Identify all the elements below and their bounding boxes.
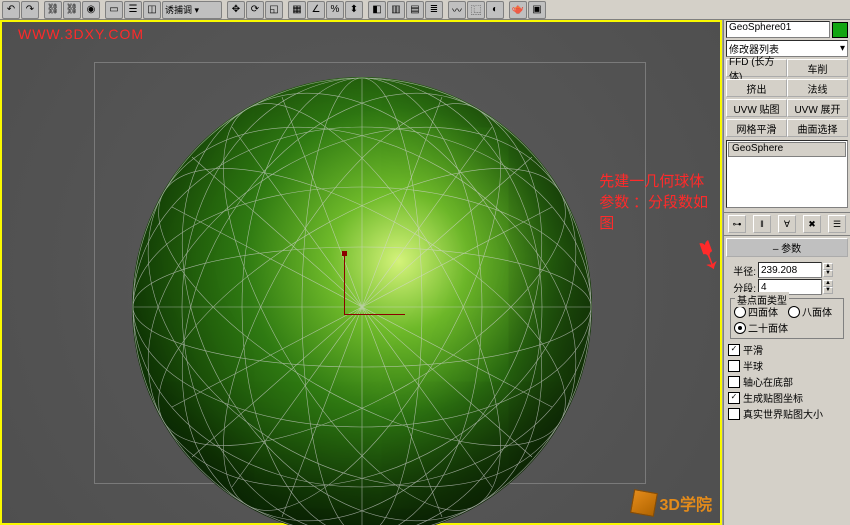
scale-icon[interactable]: ◱ <box>265 1 283 19</box>
extrude-button[interactable]: 挤出 <box>726 79 787 97</box>
quick-render-icon[interactable]: ▣ <box>528 1 546 19</box>
meshsmooth-button[interactable]: 网格平滑 <box>726 119 787 137</box>
redo-icon[interactable]: ↷ <box>21 1 39 19</box>
rotate-icon[interactable]: ⟳ <box>246 1 264 19</box>
check-gencoords[interactable]: ✓ <box>728 392 740 404</box>
align-icon[interactable]: ▤ <box>406 1 424 19</box>
show-end-icon[interactable]: ‖ <box>753 215 771 233</box>
select-name-icon[interactable]: ☰ <box>124 1 142 19</box>
select-icon[interactable]: ▭ <box>105 1 123 19</box>
radio-octa-label: 八面体 <box>802 304 832 319</box>
link-icon[interactable]: ⛓ <box>44 1 62 19</box>
configure-icon[interactable]: ☰ <box>828 215 846 233</box>
radio-icosa[interactable] <box>734 322 746 334</box>
check-realworld-label: 真实世界贴图大小 <box>743 406 823 421</box>
normal-button[interactable]: 法线 <box>787 79 848 97</box>
segments-spin-arrows[interactable]: ▲▼ <box>823 280 833 294</box>
check-smooth[interactable]: ✓ <box>728 344 740 356</box>
main-toolbar: ↶ ↷ ⛓ ⛓ ◉ ▭ ☰ ◫ 诱捕调 ▾ ✥ ⟳ ◱ ▦ ∠ % ⬍ ◧ ▥ … <box>0 0 850 20</box>
check-hemi[interactable] <box>728 360 740 372</box>
layers-icon[interactable]: ≣ <box>425 1 443 19</box>
spinner-snap-icon[interactable]: ⬍ <box>345 1 363 19</box>
bind-icon[interactable]: ◉ <box>82 1 100 19</box>
chevron-down-icon: ▾ <box>840 43 845 54</box>
command-panel: GeoSphere01 修改器列表▾ FFD (长方体) 车削 挤出 法线 UV… <box>723 20 850 525</box>
filter-dropdown[interactable]: 诱捕调 ▾ <box>162 1 222 19</box>
radio-tetra[interactable] <box>734 306 746 318</box>
radio-icosa-label: 二十面体 <box>748 320 788 335</box>
mirror-icon[interactable]: ▥ <box>387 1 405 19</box>
angle-snap-icon[interactable]: ∠ <box>307 1 325 19</box>
params-rollout-header[interactable]: – 参数 <box>726 238 848 257</box>
render-scene-icon[interactable]: 🫖 <box>509 1 527 19</box>
uvwunwrap-button[interactable]: UVW 展开 <box>787 99 848 117</box>
active-viewport[interactable]: WWW.3DXY.COM <box>0 20 722 525</box>
select-region-icon[interactable]: ◫ <box>143 1 161 19</box>
percent-snap-icon[interactable]: % <box>326 1 344 19</box>
uvwmap-button[interactable]: UVW 贴图 <box>726 99 787 117</box>
ffd-button[interactable]: FFD (长方体) <box>726 59 787 77</box>
lathe-button[interactable]: 车削 <box>787 59 848 77</box>
editmesh-button[interactable]: 曲面选择 <box>787 119 848 137</box>
make-unique-icon[interactable]: ∀ <box>778 215 796 233</box>
named-set-icon[interactable]: ◧ <box>368 1 386 19</box>
radius-label: 半径: <box>728 263 756 278</box>
curve-editor-icon[interactable]: 〰 <box>448 1 466 19</box>
check-basepivot-label: 轴心在底部 <box>743 374 793 389</box>
check-basepivot[interactable] <box>728 376 740 388</box>
undo-icon[interactable]: ↶ <box>2 1 20 19</box>
check-hemi-label: 半球 <box>743 358 763 373</box>
schematic-icon[interactable]: ⿺ <box>467 1 485 19</box>
snap-icon[interactable]: ▦ <box>288 1 306 19</box>
modifier-stack[interactable]: GeoSphere <box>726 140 848 208</box>
pin-stack-icon[interactable]: ⊶ <box>728 215 746 233</box>
logo-bottom-right: 3D学院 <box>632 491 712 515</box>
check-smooth-label: 平滑 <box>743 342 763 357</box>
object-name-field[interactable]: GeoSphere01 <box>726 21 830 38</box>
radio-octa[interactable] <box>788 306 800 318</box>
unlink-icon[interactable]: ⛓ <box>63 1 81 19</box>
basetype-group-title: 基点面类型 <box>735 292 789 307</box>
cube-icon <box>630 489 658 517</box>
material-icon[interactable]: ◐ <box>486 1 504 19</box>
move-icon[interactable]: ✥ <box>227 1 245 19</box>
check-gencoords-label: 生成贴图坐标 <box>743 390 803 405</box>
object-color-swatch[interactable] <box>832 22 848 38</box>
watermark-top-left: WWW.3DXY.COM <box>18 26 144 42</box>
gizmo-origin-icon <box>344 254 405 315</box>
check-realworld[interactable] <box>728 408 740 420</box>
remove-mod-icon[interactable]: ✖ <box>803 215 821 233</box>
radius-spin-arrows[interactable]: ▲▼ <box>823 263 833 277</box>
stack-tool-row: ⊶ ‖ ∀ ✖ ☰ <box>724 212 850 236</box>
radius-spinner[interactable] <box>758 262 822 278</box>
stack-item-geosphere[interactable]: GeoSphere <box>728 142 846 157</box>
tutorial-annotation: 先建一几何球体 参数 ：分段数如 图 <box>599 172 708 235</box>
